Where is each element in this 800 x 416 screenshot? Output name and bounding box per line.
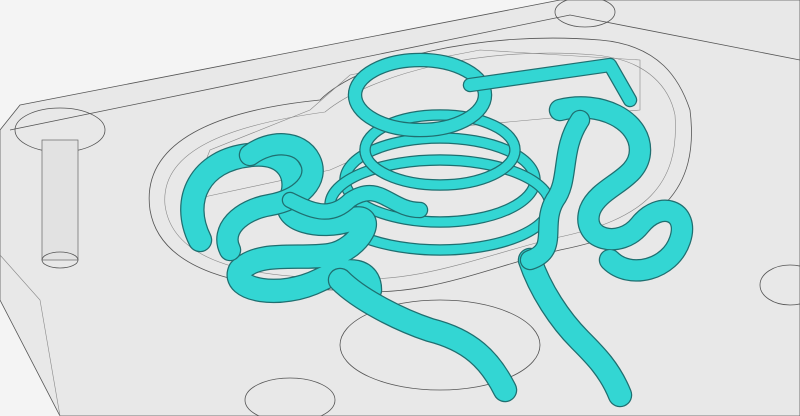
boss-cylinder bbox=[41, 139, 79, 261]
mold-plate-render bbox=[0, 0, 800, 416]
cad-viewport[interactable] bbox=[0, 0, 800, 416]
